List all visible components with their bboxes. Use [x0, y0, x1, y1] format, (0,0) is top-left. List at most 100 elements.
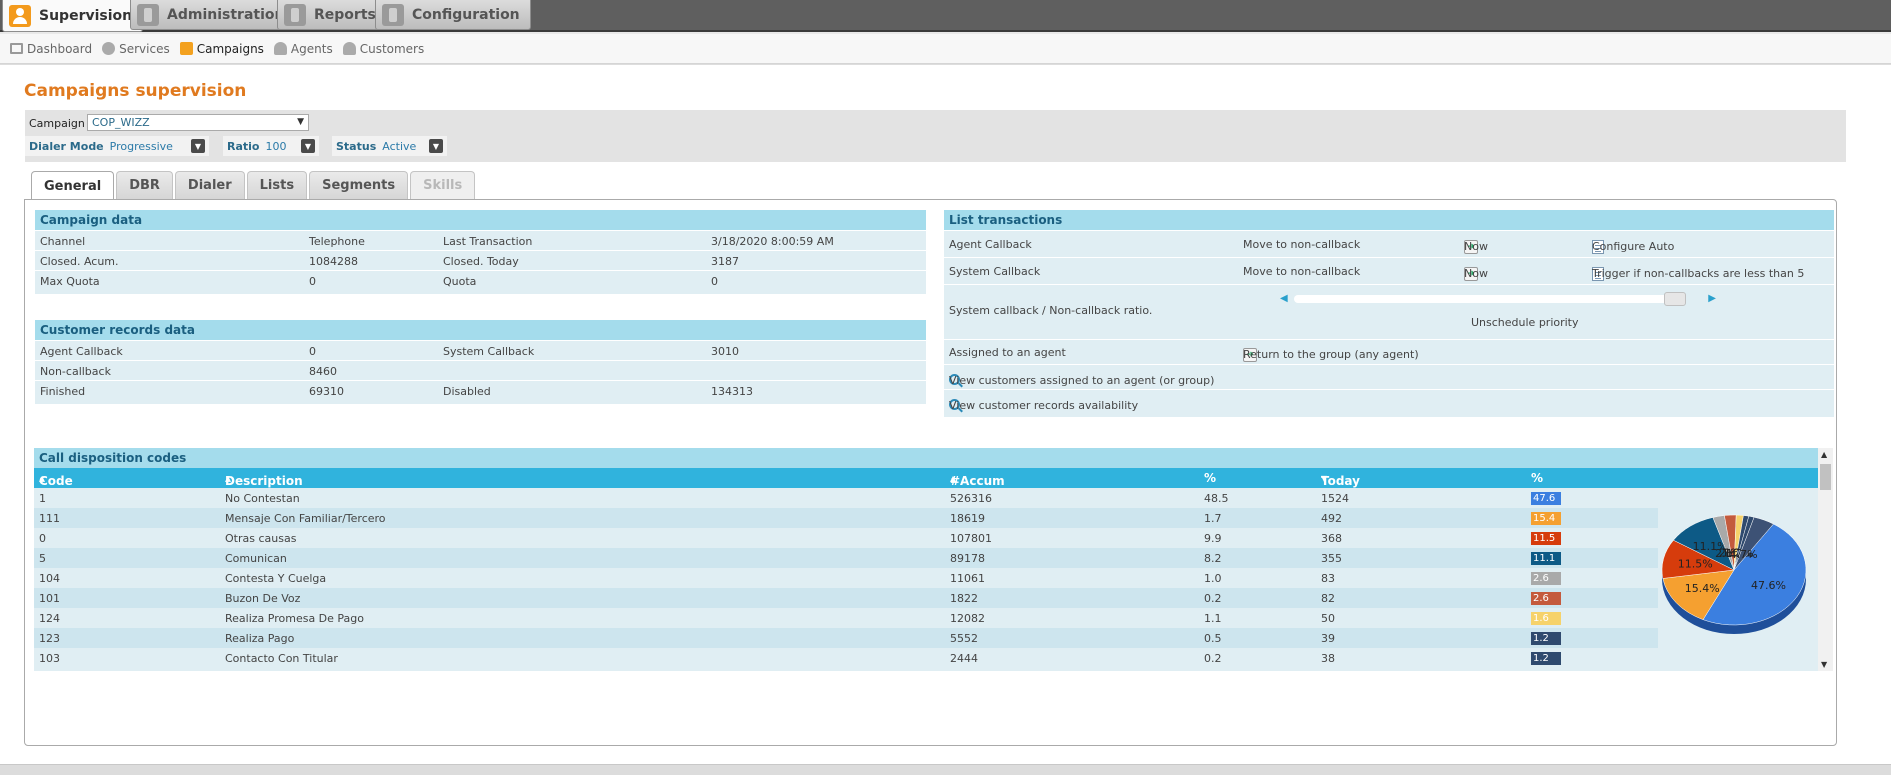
- cell-accum: 526316: [950, 492, 992, 505]
- pct-today-badge: 2.6: [1531, 592, 1561, 605]
- cell-code: 111: [39, 512, 60, 525]
- table-row: Non-callback 8460: [35, 360, 926, 380]
- table-row[interactable]: 111 Mensaje Con Familiar/Tercero 18619 1.7 4…: [34, 508, 1658, 528]
- disposition-scrollbar[interactable]: ▲ ▼: [1818, 448, 1833, 671]
- pct-today-badge: 11.5: [1531, 532, 1561, 545]
- cell-code: 104: [39, 572, 60, 585]
- campaign-data-header: Campaign data: [35, 210, 926, 230]
- dialer-mode-dropdown-button[interactable]: ▼: [191, 139, 205, 153]
- tab-segments[interactable]: Segments: [309, 171, 409, 199]
- disposition-section: Call disposition codes Code ▴ Descriptio…: [34, 448, 1818, 671]
- col-accum[interactable]: #Accum ▴: [950, 471, 1005, 488]
- pie-slice-label: 47.6%: [1751, 579, 1786, 592]
- cell-accum: 1822: [950, 592, 978, 605]
- user-icon: [273, 42, 287, 55]
- pct-today-badge: 47.6: [1531, 492, 1561, 505]
- scroll-up-icon[interactable]: ▲: [1821, 450, 1827, 459]
- tab-configuration[interactable]: Configuration: [375, 0, 531, 30]
- cell-label: Closed. Today: [443, 255, 519, 268]
- assigned-row: Assigned to an agent ➜ Return to the grou…: [944, 339, 1834, 364]
- tab-supervision[interactable]: Supervision: [2, 0, 144, 32]
- tab-lists[interactable]: Lists: [246, 171, 308, 199]
- table-row[interactable]: 1 No Contestan 526316 48.5 1524 47.6: [34, 488, 1658, 508]
- cell-pct: 48.5: [1204, 492, 1229, 505]
- cell-code: 103: [39, 652, 60, 665]
- table-row[interactable]: 0 Otras causas 107801 9.9 368 11.5: [34, 528, 1658, 548]
- cell-today: 82: [1321, 592, 1335, 605]
- col-pct-today[interactable]: %: [1531, 471, 1543, 485]
- cell-today: 1524: [1321, 492, 1349, 505]
- agent-callback-action: Move to non-callback: [1243, 238, 1361, 251]
- scroll-down-icon[interactable]: ▼: [1821, 660, 1827, 669]
- cell-today: 83: [1321, 572, 1335, 585]
- tab-dialer[interactable]: Dialer: [174, 171, 245, 199]
- cell-value: 134313: [711, 385, 753, 398]
- tab-dbr[interactable]: DBR: [116, 171, 173, 199]
- cell-label: Channel: [40, 235, 86, 248]
- col-accum-label: #Accum: [950, 474, 1005, 488]
- subnav-dashboard[interactable]: Dashboard: [10, 42, 92, 56]
- pct-today-badge: 15.4: [1531, 512, 1561, 525]
- subnav-customers[interactable]: Customers: [342, 41, 425, 56]
- slider-track: [1294, 295, 1684, 303]
- cell-pct: 0.2: [1204, 652, 1222, 665]
- col-description-label: Description: [225, 474, 303, 488]
- table-row[interactable]: 123 Realiza Pago 5552 0.5 39 1.2: [34, 628, 1658, 648]
- table-row: Channel Telephone Last Transaction 3/18/…: [35, 230, 926, 250]
- table-row[interactable]: 101 Buzon De Voz 1822 0.2 82 2.6: [34, 588, 1658, 608]
- slider-handle[interactable]: [1664, 292, 1686, 306]
- cell-accum: 107801: [950, 532, 992, 545]
- col-code[interactable]: Code ▴: [39, 471, 73, 488]
- ratio-dropdown-button[interactable]: ▼: [301, 139, 315, 153]
- dialer-mode-value: Progressive: [109, 139, 173, 153]
- cell-accum: 11061: [950, 572, 985, 585]
- pie-slice-label: 15.4%: [1685, 582, 1720, 595]
- table-row[interactable]: 124 Realiza Promesa De Pago 12082 1.1 50 1.6: [34, 608, 1658, 628]
- list-transactions-header: List transactions: [944, 210, 1834, 230]
- table-row[interactable]: 5 Comunican 89178 8.2 355 11.1: [34, 548, 1658, 568]
- agent-callback-now-label: Now: [1464, 240, 1488, 253]
- col-today[interactable]: Today ▾: [1321, 471, 1360, 488]
- cell-label: Disabled: [443, 385, 491, 398]
- status-dropdown-button[interactable]: ▼: [429, 139, 443, 153]
- cell-accum: 18619: [950, 512, 985, 525]
- slider-right-arrow-icon[interactable]: ▶: [1708, 293, 1716, 304]
- slider-left-arrow-icon[interactable]: ◀: [1280, 293, 1288, 304]
- pct-today-badge: 11.1: [1531, 552, 1561, 565]
- col-description[interactable]: Description ▴: [225, 471, 303, 488]
- bottom-status-bar: [0, 764, 1891, 775]
- cell-label: Closed. Acum.: [40, 255, 119, 268]
- table-row[interactable]: 103 Contacto Con Titular 2444 0.2 38 1.2: [34, 648, 1658, 668]
- status-label: Status: [336, 139, 377, 153]
- view-availability-row: View customer records availability: [944, 389, 1834, 414]
- tab-general[interactable]: General: [31, 171, 115, 201]
- cell-description: Buzon De Voz: [225, 592, 301, 605]
- subnav-campaigns[interactable]: Campaigns: [179, 42, 264, 56]
- cell-pct: 1.0: [1204, 572, 1222, 585]
- assigned-label: Assigned to an agent: [949, 346, 1066, 359]
- subnav-customers-label: Customers: [359, 41, 425, 56]
- cell-code: 0: [39, 532, 46, 545]
- customer-records-header: Customer records data: [35, 320, 926, 340]
- cell-value: 0: [309, 275, 316, 288]
- tab-administration[interactable]: Administration: [130, 0, 296, 30]
- cell-value: 0: [309, 345, 316, 358]
- status-filter: Status Active ▼: [332, 136, 447, 156]
- subnav-services[interactable]: Services: [102, 42, 170, 56]
- cell-today: 368: [1321, 532, 1342, 545]
- priority-slider[interactable]: ◀ ▶: [1280, 292, 1716, 306]
- pct-today-badge: 2.6: [1531, 572, 1561, 585]
- table-row[interactable]: 104 Contesta Y Cuelga 11061 1.0 83 2.6: [34, 568, 1658, 588]
- cell-accum: 89178: [950, 552, 985, 565]
- col-pct-accum[interactable]: %: [1204, 471, 1216, 485]
- supervision-icon: [9, 4, 31, 27]
- tab-configuration-label: Configuration: [412, 6, 520, 23]
- dropdown-caret-icon: ▼: [297, 117, 304, 127]
- campaign-select[interactable]: COP_WIZZ ▼: [87, 114, 309, 131]
- cell-value: 1084288: [309, 255, 358, 268]
- campaign-filter-bar: Campaign COP_WIZZ ▼ Dialer Mode Progress…: [25, 110, 1846, 162]
- tab-reports[interactable]: Reports: [277, 0, 387, 30]
- subnav-agents[interactable]: Agents: [273, 42, 333, 56]
- reports-icon: [284, 3, 306, 26]
- scroll-thumb[interactable]: [1820, 464, 1831, 490]
